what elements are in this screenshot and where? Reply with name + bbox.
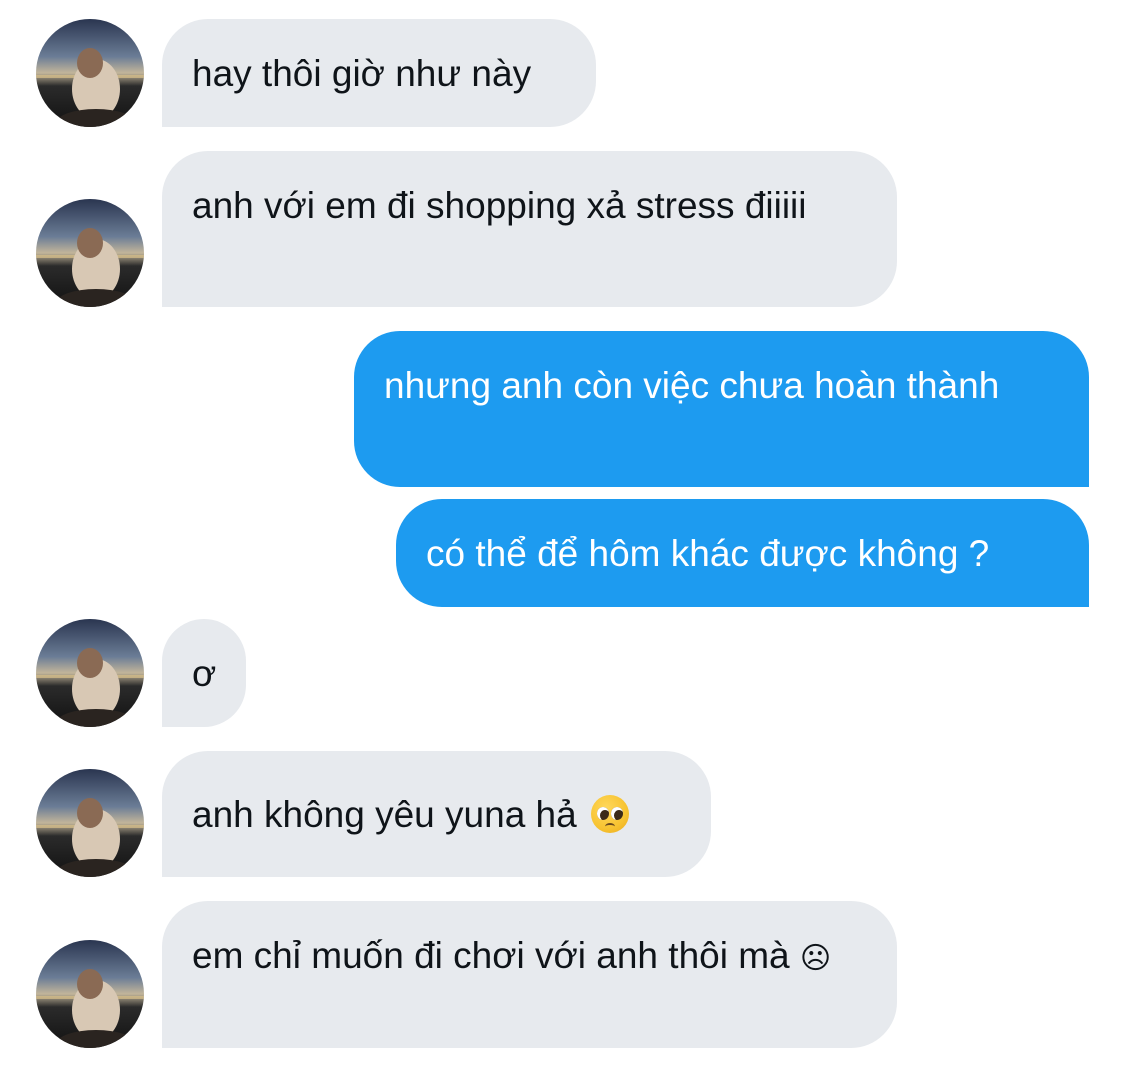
message-text: anh không yêu yuna hả — [192, 794, 577, 835]
message-text: em chỉ muốn đi chơi với anh thôi mà — [192, 935, 790, 976]
message-text: ơ — [192, 653, 217, 694]
message-bubble-incoming[interactable]: hay thôi giờ như này — [162, 19, 596, 127]
avatar[interactable] — [36, 769, 144, 877]
pleading-face-icon — [591, 795, 629, 833]
frowning-face-icon: ☹ — [799, 941, 832, 976]
message-text: nhưng anh còn việc chưa hoàn thành — [384, 365, 1000, 406]
avatar[interactable] — [36, 19, 144, 127]
avatar[interactable] — [36, 619, 144, 727]
message-bubble-outgoing[interactable]: có thể để hôm khác được không ? — [396, 499, 1089, 607]
message-text: có thể để hôm khác được không ? — [426, 533, 990, 574]
message-bubble-incoming[interactable]: em chỉ muốn đi chơi với anh thôi mà ☹ — [162, 901, 897, 1048]
message-text: anh với em đi shopping xả stress điiiii — [192, 185, 807, 226]
avatar[interactable] — [36, 199, 144, 307]
message-bubble-incoming[interactable]: anh với em đi shopping xả stress điiiii — [162, 151, 897, 307]
message-text: hay thôi giờ như này — [192, 53, 532, 94]
avatar[interactable] — [36, 940, 144, 1048]
message-bubble-outgoing[interactable]: nhưng anh còn việc chưa hoàn thành — [354, 331, 1089, 487]
message-bubble-incoming[interactable]: ơ — [162, 619, 246, 727]
message-bubble-incoming[interactable]: anh không yêu yuna hả — [162, 751, 711, 877]
